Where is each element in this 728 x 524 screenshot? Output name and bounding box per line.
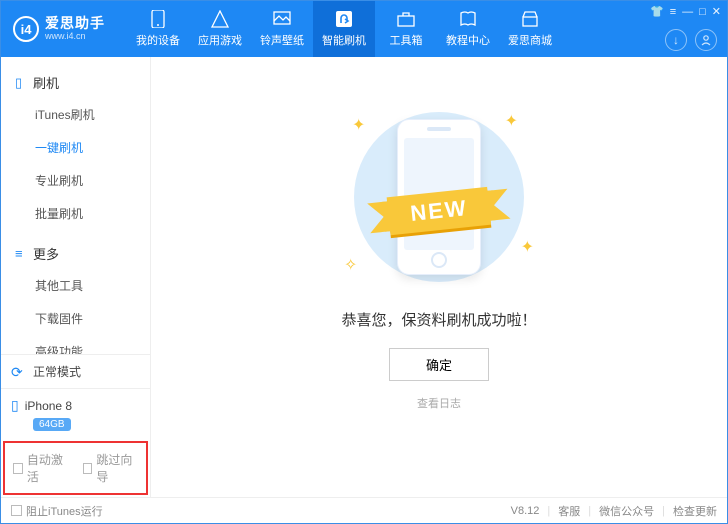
book-icon (459, 10, 477, 28)
bottom-options: 自动激活 跳过向导 (3, 441, 148, 495)
view-log-link[interactable]: 查看日志 (417, 395, 461, 411)
success-message: 恭喜您，保资料刷机成功啦！ (341, 309, 536, 330)
shirt-icon[interactable]: 👕 (650, 5, 664, 18)
sidebar-item-oneclick[interactable]: 一键刷机 (1, 131, 150, 164)
tab-label: 铃声壁纸 (260, 32, 304, 48)
checkbox-skipguide[interactable]: 跳过向导 (83, 451, 139, 485)
tab-device[interactable]: 我的设备 (127, 1, 189, 57)
tab-label: 我的设备 (136, 32, 180, 48)
window-controls: 👕 ≡ ― □ ✕ (650, 5, 721, 18)
phone-icon (149, 10, 167, 28)
phone-small-icon: ▯ (15, 75, 27, 91)
group-label: 刷机 (33, 73, 59, 92)
sidebar-item-advanced[interactable]: 高级功能 (1, 335, 150, 354)
minimize-icon[interactable]: ― (682, 6, 693, 18)
mode-label: 正常模式 (33, 363, 81, 380)
store-icon (521, 10, 539, 28)
device-name: iPhone 8 (25, 399, 72, 413)
checkbox-block-itunes[interactable]: 阻止iTunes运行 (11, 503, 103, 519)
sidebar-item-firmware[interactable]: 下载固件 (1, 302, 150, 335)
sidebar-item-batch[interactable]: 批量刷机 (1, 197, 150, 230)
tab-label: 爱思商城 (508, 32, 552, 48)
storage-badge: 64GB (33, 418, 71, 431)
app-title: 爱思助手 (45, 16, 105, 31)
sidebar-group-flash[interactable]: ▯ 刷机 (1, 67, 150, 98)
sidebar-group-more[interactable]: ≡ 更多 (1, 238, 150, 269)
device-icon: ▯ (11, 397, 19, 414)
update-link[interactable]: 检查更新 (673, 503, 717, 519)
toolbox-icon (397, 10, 415, 28)
sidebar: ▯ 刷机 iTunes刷机 一键刷机 专业刷机 批量刷机 ≡ 更多 其他工具 下… (1, 57, 151, 497)
user-button[interactable] (695, 29, 717, 51)
wallpaper-icon (273, 10, 291, 28)
wechat-link[interactable]: 微信公众号 (599, 503, 654, 519)
menu-icon[interactable]: ≡ (670, 6, 676, 18)
support-link[interactable]: 客服 (558, 503, 580, 519)
statusbar: 阻止iTunes运行 V8.12 | 客服 | 微信公众号 | 检查更新 (1, 497, 727, 523)
checkbox-label: 阻止iTunes运行 (26, 503, 103, 519)
main-content: ✦✦✧✦ NEW 恭喜您，保资料刷机成功啦！ 确定 查看日志 (151, 57, 727, 497)
tab-apps[interactable]: 应用游戏 (189, 1, 251, 57)
tab-tools[interactable]: 工具箱 (375, 1, 437, 57)
more-icon: ≡ (15, 246, 27, 261)
tab-label: 智能刷机 (322, 32, 366, 48)
checkbox-icon (11, 505, 22, 516)
group-label: 更多 (33, 244, 59, 263)
sidebar-item-pro[interactable]: 专业刷机 (1, 164, 150, 197)
download-button[interactable]: ↓ (665, 29, 687, 51)
checkbox-icon (13, 463, 23, 474)
logo-icon: i4 (13, 16, 39, 42)
tab-store[interactable]: 爱思商城 (499, 1, 561, 57)
titlebar: i4 爱思助手 www.i4.cn 我的设备 应用游戏 铃声壁纸 智能刷机 (1, 1, 727, 57)
close-icon[interactable]: ✕ (712, 5, 721, 18)
success-illustration: ✦✦✧✦ NEW (334, 107, 544, 287)
app-logo: i4 爱思助手 www.i4.cn (1, 16, 117, 42)
tab-label: 应用游戏 (198, 32, 242, 48)
flash-icon (335, 10, 353, 28)
confirm-button[interactable]: 确定 (389, 348, 489, 381)
header-right-buttons: ↓ (665, 29, 717, 51)
tab-tutorial[interactable]: 教程中心 (437, 1, 499, 57)
checkbox-label: 跳过向导 (96, 451, 138, 485)
tab-flash[interactable]: 智能刷机 (313, 1, 375, 57)
checkbox-label: 自动激活 (27, 451, 69, 485)
apps-icon (211, 10, 229, 28)
device-info[interactable]: ▯ iPhone 8 64GB (1, 388, 150, 439)
tab-label: 教程中心 (446, 32, 490, 48)
tab-label: 工具箱 (390, 32, 423, 48)
checkbox-autoactivate[interactable]: 自动激活 (13, 451, 69, 485)
sidebar-item-othertools[interactable]: 其他工具 (1, 269, 150, 302)
checkbox-icon (83, 463, 93, 474)
sidebar-item-itunes[interactable]: iTunes刷机 (1, 98, 150, 131)
app-url: www.i4.cn (45, 32, 105, 42)
mode-status[interactable]: ⟳ 正常模式 (1, 354, 150, 388)
refresh-icon: ⟳ (11, 364, 27, 380)
top-tabs: 我的设备 应用游戏 铃声壁纸 智能刷机 工具箱 教程中心 (127, 1, 561, 57)
tab-wallpaper[interactable]: 铃声壁纸 (251, 1, 313, 57)
maximize-icon[interactable]: □ (699, 6, 706, 18)
version-label: V8.12 (511, 505, 540, 517)
